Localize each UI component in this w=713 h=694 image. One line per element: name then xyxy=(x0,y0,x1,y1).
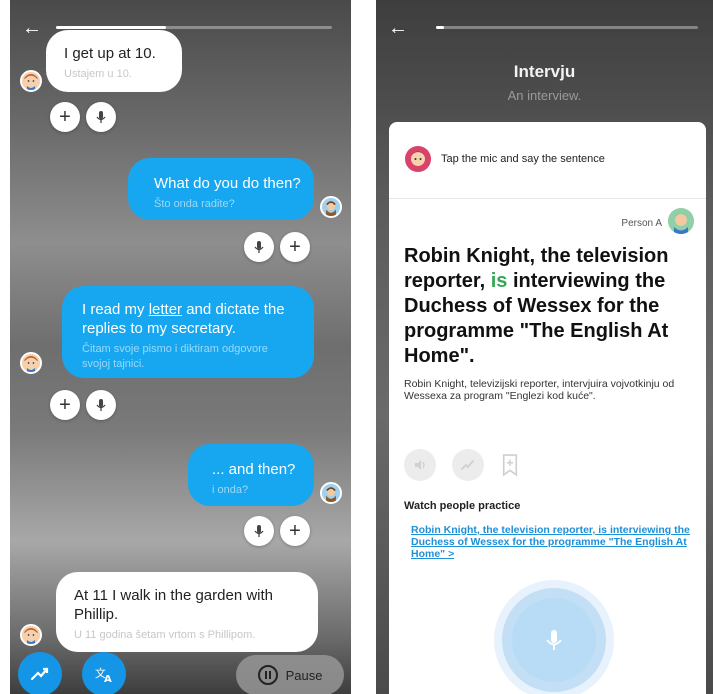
watch-people-heading: Watch people practice xyxy=(404,500,521,512)
message-bubble: ... and then? i onda? xyxy=(188,444,314,506)
avatar xyxy=(320,482,342,504)
add-button[interactable]: + xyxy=(280,232,310,262)
action-row xyxy=(404,449,520,481)
sentence-card: Tap the mic and say the sentence Person … xyxy=(389,122,706,694)
message-translation: Što onda radite? xyxy=(154,198,235,210)
speaker-label: Person A xyxy=(621,218,662,229)
pause-button[interactable]: Pause xyxy=(236,655,344,694)
highlighted-word: is xyxy=(490,270,508,292)
message-bubble: At 11 I walk in the garden with Phillip.… xyxy=(56,572,318,652)
practice-button[interactable] xyxy=(452,449,484,481)
message-text: ... and then? xyxy=(212,461,296,478)
back-arrow-icon[interactable]: ← xyxy=(22,18,42,38)
lesson-progress xyxy=(56,26,332,29)
sentence-translation: Robin Knight, televizijski reporter, int… xyxy=(404,378,675,402)
back-arrow-icon[interactable]: ← xyxy=(388,18,408,38)
message-text: At 11 I walk in the garden with Phillip. xyxy=(74,587,273,623)
avatar xyxy=(320,196,342,218)
message-text: I read my letter and dictate the replies… xyxy=(82,301,285,337)
svg-text:A: A xyxy=(104,674,112,685)
practice-icon xyxy=(461,460,474,470)
tutor-avatar xyxy=(405,146,431,172)
message-translation: i onda? xyxy=(212,484,249,496)
lesson-title: Intervju xyxy=(513,62,576,81)
pause-label: Pause xyxy=(285,667,323,683)
mic-icon xyxy=(96,111,106,123)
add-button[interactable]: + xyxy=(50,390,80,420)
avatar xyxy=(20,70,42,92)
practice-screen: ← Intervju An interview. Tap the mic and… xyxy=(376,0,713,694)
message-translation: Čitam svoje pismo i diktiram odgovore sv… xyxy=(82,343,268,370)
lesson-progress-fill xyxy=(56,26,167,29)
speaker-icon xyxy=(415,460,425,470)
divider xyxy=(389,198,706,199)
add-button[interactable]: + xyxy=(280,516,310,546)
chat-screen: ← I get up at 10. Ustajem u 10. + What d… xyxy=(10,0,351,694)
record-mic-button[interactable] xyxy=(512,598,596,682)
pause-icon xyxy=(257,665,278,685)
avatar xyxy=(20,624,42,646)
message-translation: Ustajem u 10. xyxy=(64,68,132,80)
add-button[interactable]: + xyxy=(50,102,80,132)
practice-icon xyxy=(30,667,49,681)
mic-icon xyxy=(254,241,264,253)
avatar xyxy=(20,352,42,374)
message-text: I get up at 10. xyxy=(64,45,156,62)
watch-people-link[interactable]: Robin Knight, the television reporter, i… xyxy=(411,524,691,560)
translate-icon: 文A xyxy=(95,666,112,685)
bookmark-icon xyxy=(502,454,518,477)
practice-sentence: Robin Knight, the television reporter, i… xyxy=(404,245,669,367)
mic-icon xyxy=(96,399,106,411)
lesson-progress-fill xyxy=(436,26,444,29)
instruction-text: Tap the mic and say the sentence xyxy=(441,153,605,165)
mic-button[interactable] xyxy=(86,102,116,132)
vocab-link[interactable]: letter xyxy=(149,301,182,318)
lesson-progress xyxy=(436,26,698,29)
mic-button[interactable] xyxy=(86,390,116,420)
message-text: What do you do then? xyxy=(154,175,301,192)
mic-button[interactable] xyxy=(244,516,274,546)
mic-button[interactable] xyxy=(244,232,274,262)
translate-button[interactable]: 文A xyxy=(82,652,126,694)
message-translation: U 11 godina šetam vrtom s Phillipom. xyxy=(74,629,256,641)
bookmark-button[interactable] xyxy=(500,452,520,478)
mic-icon xyxy=(546,630,562,650)
lesson-subtitle: An interview. xyxy=(507,88,582,103)
mic-icon xyxy=(254,525,264,537)
play-audio-button[interactable] xyxy=(404,449,436,481)
speaker-avatar xyxy=(668,208,694,234)
message-bubble: I get up at 10. Ustajem u 10. xyxy=(46,30,182,92)
message-bubble: I read my letter and dictate the replies… xyxy=(62,286,314,378)
instruction-row: Tap the mic and say the sentence xyxy=(405,146,605,172)
message-bubble: What do you do then? Što onda radite? xyxy=(128,158,314,220)
practice-button[interactable] xyxy=(18,652,62,694)
